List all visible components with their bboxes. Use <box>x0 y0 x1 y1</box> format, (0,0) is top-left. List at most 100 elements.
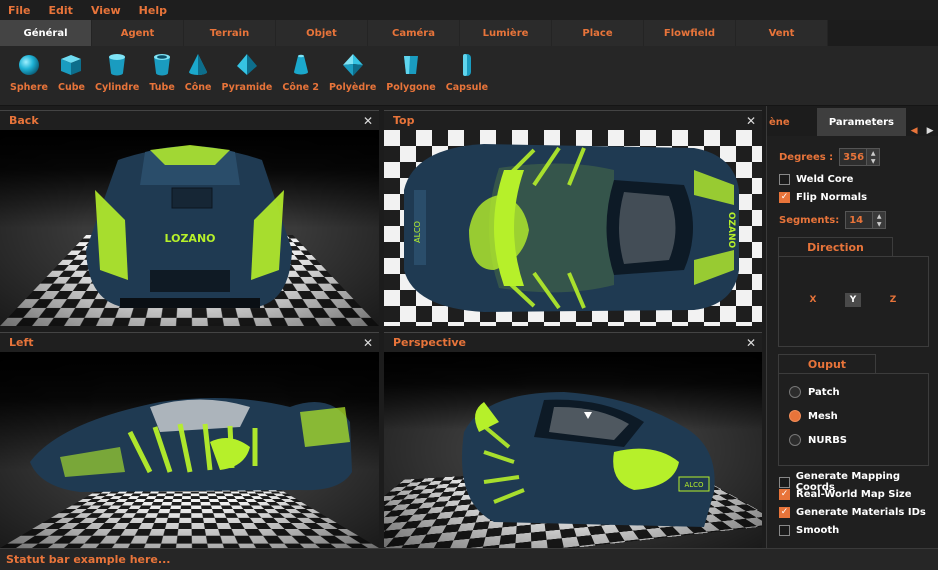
tool-polyhedron[interactable]: Polyèdre <box>325 46 380 105</box>
tool-cone2[interactable]: Cône 2 <box>278 46 323 105</box>
menu-edit[interactable]: Edit <box>49 4 73 17</box>
close-icon[interactable]: ✕ <box>746 114 756 128</box>
tab-general[interactable]: Général <box>0 20 92 46</box>
tool-tube[interactable]: Tube <box>145 46 178 105</box>
tab-agent[interactable]: Agent <box>92 20 184 46</box>
viewport-perspective[interactable]: Perspective ✕ ALCO <box>384 332 762 548</box>
primitive-toolbar: Sphere Cube Cylindre Tube Cône Pyramide … <box>0 46 938 106</box>
smooth-row[interactable]: Smooth <box>779 525 839 536</box>
status-bar: Statut bar example here... <box>0 548 938 570</box>
tool-label: Polyèdre <box>328 82 377 93</box>
tab-place[interactable]: Place <box>552 20 644 46</box>
viewport-header: Left ✕ <box>0 332 379 352</box>
gen-materials-row[interactable]: ✓ Generate Materials IDs <box>779 507 926 518</box>
menu-help[interactable]: Help <box>139 4 167 17</box>
tool-pyramid[interactable]: Pyramide <box>218 46 277 105</box>
tool-sphere[interactable]: Sphere <box>6 46 52 105</box>
mesh-label: Mesh <box>808 410 838 422</box>
direction-group-title: Direction <box>778 237 893 257</box>
close-icon[interactable]: ✕ <box>363 336 373 350</box>
weld-core-row[interactable]: Weld Core <box>779 174 853 185</box>
car-render <box>30 398 352 492</box>
tool-label: Pyramide <box>221 82 273 93</box>
mesh-radio[interactable] <box>789 410 801 422</box>
capsule-icon <box>462 54 471 76</box>
cone-icon <box>189 54 208 75</box>
tool-cone[interactable]: Cône <box>181 46 216 105</box>
tab-vent[interactable]: Vent <box>736 20 828 46</box>
viewport-canvas[interactable] <box>0 352 379 548</box>
car-plate-text: ALCO <box>684 481 704 489</box>
tool-capsule[interactable]: Capsule <box>442 46 492 105</box>
tab-flowfield[interactable]: Flowfield <box>644 20 736 46</box>
axis-z[interactable]: Z <box>885 293 901 307</box>
real-world-row[interactable]: ✓ Real-World Map Size <box>779 489 911 500</box>
viewport-left[interactable]: Left ✕ <box>0 332 379 548</box>
patch-radio[interactable] <box>789 386 801 398</box>
smooth-checkbox[interactable] <box>779 525 790 536</box>
tab-camera[interactable]: Caméra <box>368 20 460 46</box>
close-icon[interactable]: ✕ <box>746 336 756 350</box>
axis-y[interactable]: Y <box>845 293 861 307</box>
tool-label: Cône 2 <box>282 82 319 93</box>
tab-prev-icon[interactable]: ◀ <box>906 126 922 136</box>
viewport-top[interactable]: Top ✕ ALCO OZANO <box>384 110 762 326</box>
segments-label: Segments: <box>779 214 840 226</box>
smooth-label: Smooth <box>796 525 840 536</box>
tab-terrain[interactable]: Terrain <box>184 20 276 46</box>
gen-materials-checkbox[interactable]: ✓ <box>779 507 790 518</box>
tabbar-filler <box>828 20 938 46</box>
car-render: ALCO <box>462 392 715 527</box>
segments-input[interactable]: 14 <box>845 211 874 229</box>
segments-row: Segments: 14 ▲ ▼ <box>779 211 887 229</box>
output-nurbs[interactable]: NURBS <box>789 434 847 446</box>
car-plate-text: ALCO <box>413 221 422 243</box>
viewport-back[interactable]: Back ✕ LOZANO <box>0 110 379 326</box>
nurbs-radio[interactable] <box>789 434 801 446</box>
status-text: Statut bar example here... <box>6 553 171 566</box>
flip-normals-checkbox[interactable]: ✓ <box>779 192 790 203</box>
degrees-input[interactable]: 356 <box>839 148 868 166</box>
weld-core-checkbox[interactable] <box>779 174 790 185</box>
tab-lumiere[interactable]: Lumière <box>460 20 552 46</box>
viewport-header: Back ✕ <box>0 110 379 130</box>
viewport-header: Top ✕ <box>384 110 762 130</box>
car-render: ALCO OZANO <box>404 144 739 312</box>
menu-view[interactable]: View <box>91 4 121 17</box>
pyramid-icon <box>236 54 257 75</box>
tab-scene[interactable]: ène <box>767 108 817 136</box>
tab-objet[interactable]: Objet <box>276 20 368 46</box>
car-render: LOZANO <box>86 145 292 308</box>
cone2-icon <box>293 54 308 75</box>
output-mesh[interactable]: Mesh <box>789 410 838 422</box>
segments-stepper[interactable]: ▲ ▼ <box>873 211 887 229</box>
close-icon[interactable]: ✕ <box>363 114 373 128</box>
chevron-down-icon[interactable]: ▼ <box>871 158 876 165</box>
chevron-up-icon[interactable]: ▲ <box>871 150 876 157</box>
degrees-stepper[interactable]: ▲ ▼ <box>867 148 881 166</box>
axis-x[interactable]: X <box>805 293 821 307</box>
chevron-down-icon[interactable]: ▼ <box>877 221 882 228</box>
real-world-checkbox[interactable]: ✓ <box>779 489 790 500</box>
car-side-text: OZANO <box>726 212 736 249</box>
tool-polygon[interactable]: Polygone <box>382 46 439 105</box>
tool-label: Cube <box>57 82 85 93</box>
tool-cube[interactable]: Cube <box>54 46 89 105</box>
degrees-row: Degrees : 356 ▲ ▼ <box>779 148 881 166</box>
tool-cylinder[interactable]: Cylindre <box>91 46 143 105</box>
tool-label: Tube <box>149 82 175 93</box>
viewport-canvas[interactable]: ALCO <box>384 352 762 548</box>
patch-label: Patch <box>808 386 840 398</box>
viewport-canvas[interactable]: LOZANO <box>0 130 379 326</box>
polyhedron-icon <box>342 54 363 76</box>
flip-normals-row[interactable]: ✓ Flip Normals <box>779 192 867 203</box>
cube-icon <box>61 55 82 75</box>
chevron-up-icon[interactable]: ▲ <box>877 213 882 220</box>
gen-mapping-checkbox[interactable] <box>779 476 790 488</box>
tab-next-icon[interactable]: ▶ <box>922 126 938 136</box>
tab-parameters[interactable]: Parameters <box>816 108 907 136</box>
menu-file[interactable]: File <box>8 4 31 17</box>
output-patch[interactable]: Patch <box>789 386 840 398</box>
viewport-canvas[interactable]: ALCO OZANO <box>384 130 762 326</box>
viewport-header: Perspective ✕ <box>384 332 762 352</box>
